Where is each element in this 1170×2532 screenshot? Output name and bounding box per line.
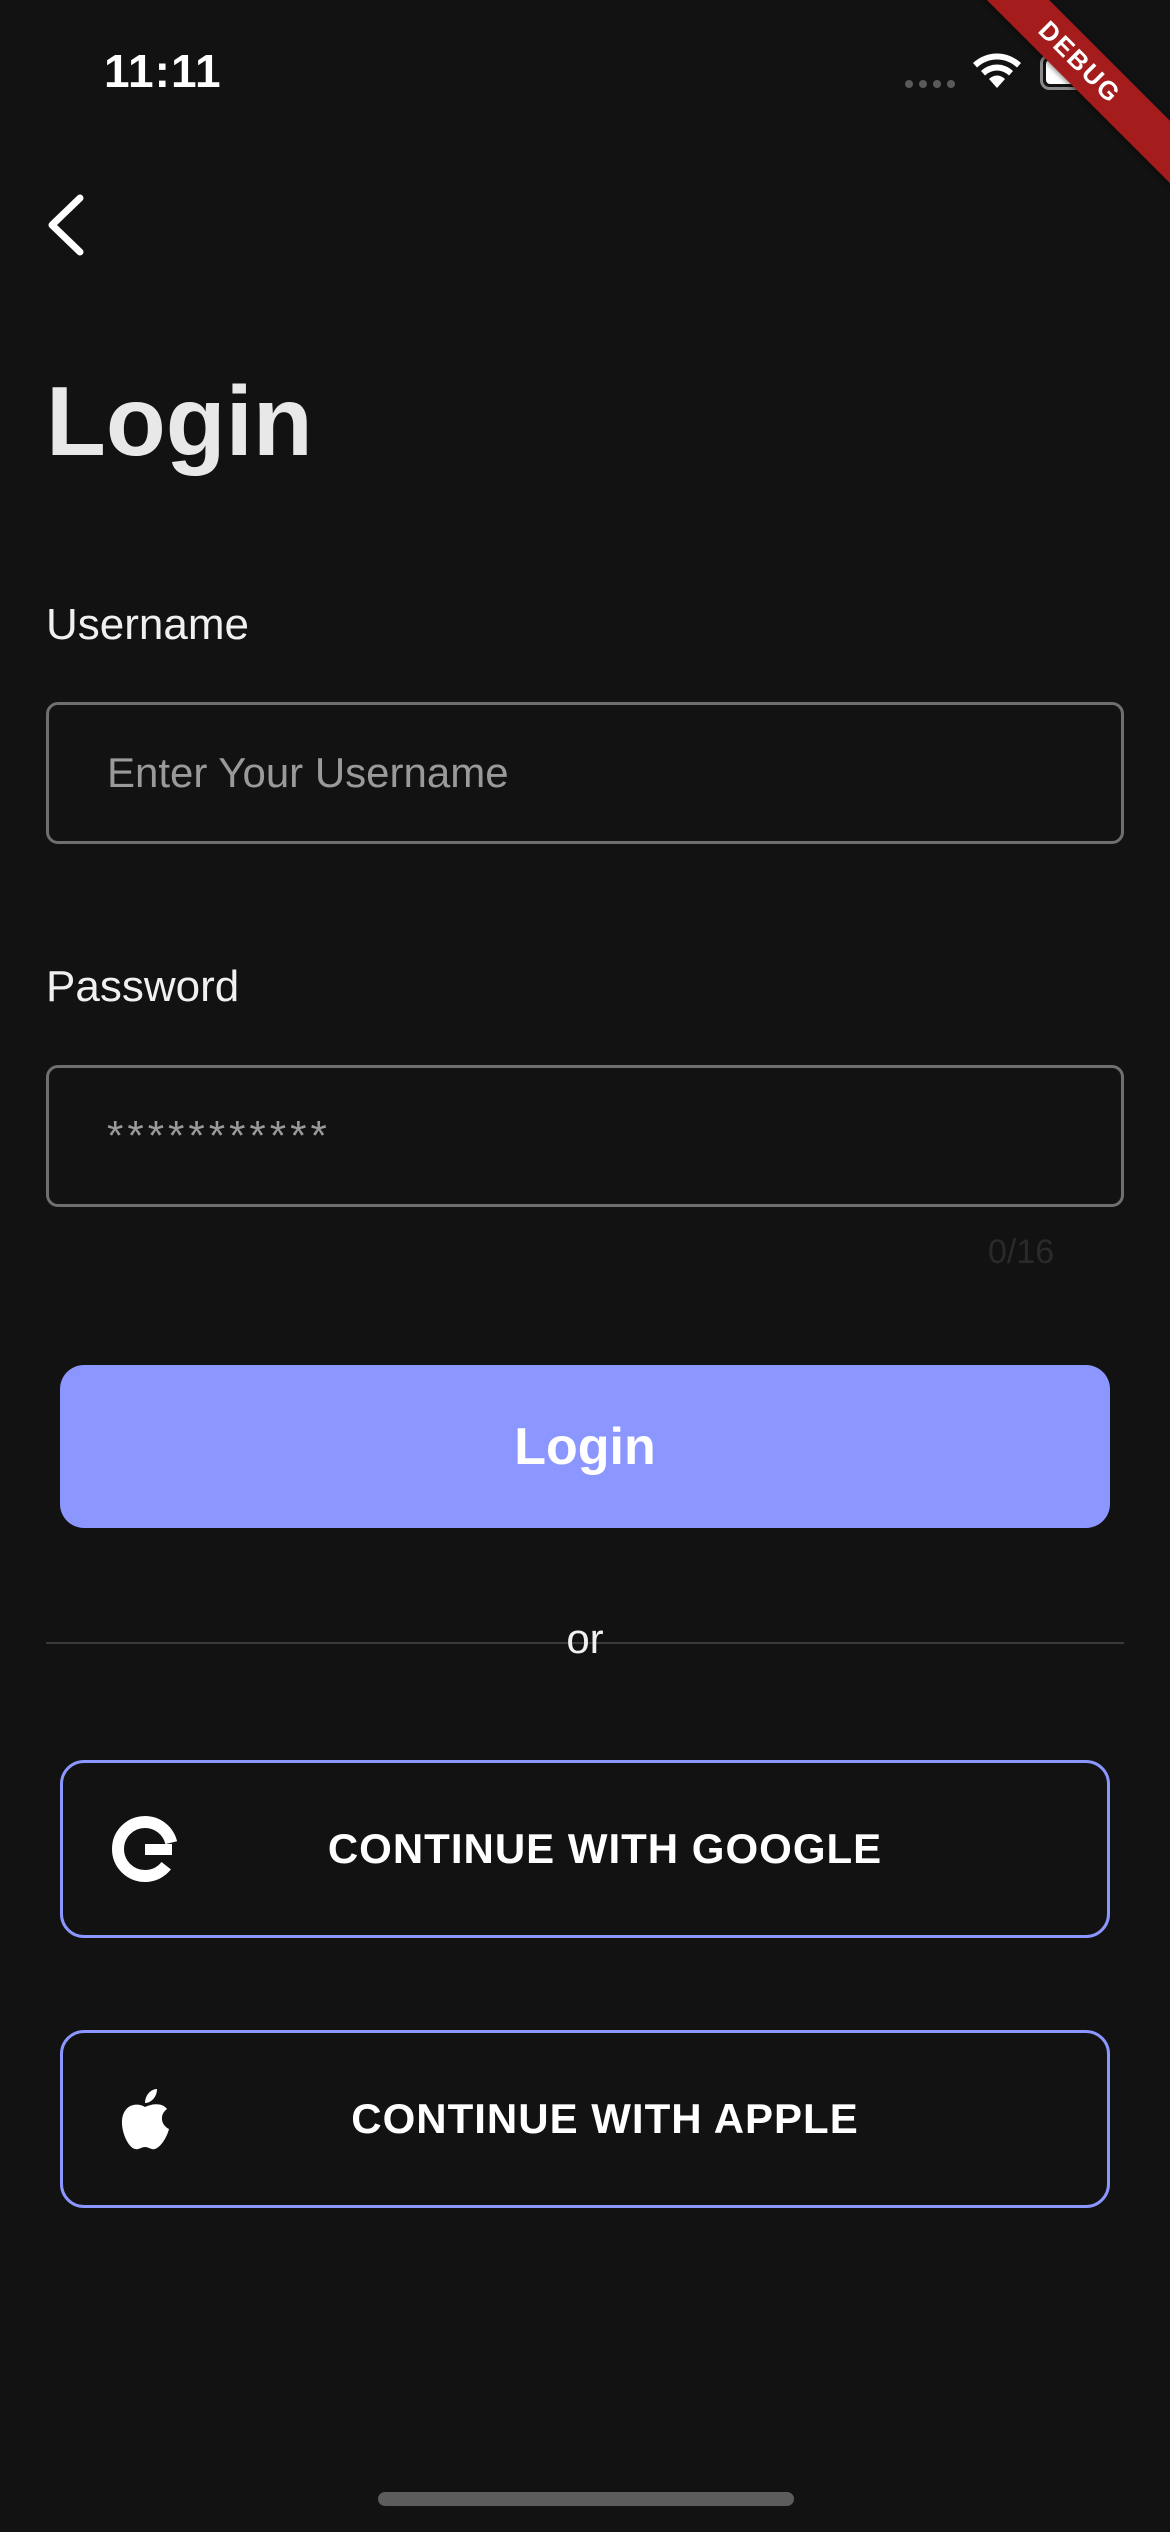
username-label: Username: [46, 600, 249, 649]
continue-with-google-button[interactable]: CONTINUE WITH GOOGLE: [60, 1760, 1110, 1938]
google-button-label: CONTINUE WITH GOOGLE: [327, 1825, 883, 1872]
password-char-counter: 0/16: [988, 1233, 1055, 1271]
username-input[interactable]: [49, 705, 1121, 841]
divider-or-text: or: [566, 1615, 604, 1662]
back-arrow-icon: [48, 194, 84, 256]
username-field[interactable]: [46, 702, 1124, 844]
home-indicator[interactable]: [378, 2492, 794, 2506]
cellular-signal-icon: [905, 80, 955, 88]
login-button[interactable]: Login: [60, 1365, 1110, 1528]
wifi-icon: [973, 53, 1021, 88]
password-label: Password: [46, 962, 240, 1011]
page-title: Login: [46, 366, 313, 476]
apple-button-label: CONTINUE WITH APPLE: [351, 2095, 859, 2142]
password-input[interactable]: [49, 1068, 1121, 1204]
continue-with-apple-button[interactable]: CONTINUE WITH APPLE: [60, 2030, 1110, 2208]
back-button[interactable]: [40, 190, 100, 260]
status-time: 11:11: [104, 45, 222, 97]
login-button-label: Login: [514, 1417, 656, 1476]
password-field[interactable]: [46, 1065, 1124, 1207]
debug-banner: DEBUG: [951, 0, 1170, 191]
